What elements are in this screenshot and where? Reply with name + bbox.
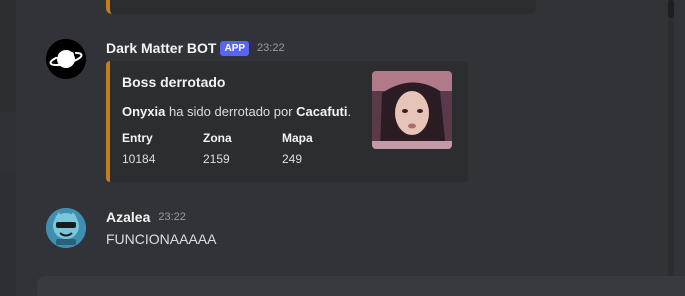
previous-embed <box>106 0 536 14</box>
embed-field-mapa: Mapa 249 <box>282 131 313 166</box>
scrollbar-track[interactable] <box>668 0 674 296</box>
boss-name: Onyxia <box>122 104 166 119</box>
field-name: Mapa <box>282 131 313 145</box>
description-middle: ha sido derrotado por <box>165 104 297 119</box>
message-input[interactable] <box>37 276 685 296</box>
bot-avatar[interactable] <box>46 39 86 79</box>
bot-username[interactable]: Dark Matter BOT <box>106 40 216 56</box>
left-panel-edge <box>0 0 16 296</box>
user-avatar[interactable] <box>46 208 86 248</box>
embed-thumbnail[interactable] <box>372 71 452 149</box>
cartoon-character-avatar <box>46 208 86 248</box>
left-panel-segment <box>0 112 16 172</box>
message-timestamp[interactable]: 23:22 <box>257 42 285 54</box>
embed-description: Onyxia ha sido derrotado por Cacafuti. <box>122 104 351 119</box>
embed-field-entry: Entry 10184 <box>122 131 155 166</box>
description-end: . <box>347 104 352 119</box>
bot-message-header: Dark Matter BOT APP 23:22 <box>106 40 285 56</box>
field-value: 249 <box>282 152 303 166</box>
embed-field-zona: Zona 2159 <box>203 131 232 166</box>
left-panel-segment <box>0 172 16 296</box>
scrollbar-thumb[interactable] <box>668 0 674 18</box>
user-message-header: Azalea 23:22 <box>106 209 186 225</box>
app-badge: APP <box>220 40 250 56</box>
message-timestamp[interactable]: 23:22 <box>158 211 186 223</box>
portrait-thumbnail <box>372 71 452 149</box>
field-name: Entry <box>122 131 153 145</box>
field-value: 2159 <box>203 152 230 166</box>
embed-title: Boss derrotado <box>122 74 226 90</box>
message-content: FUNCIONAAAAA <box>106 231 217 247</box>
boss-embed: Boss derrotado Onyxia ha sido derrotado … <box>106 61 468 182</box>
planet-ring-icon <box>46 39 86 79</box>
user-username[interactable]: Azalea <box>106 209 150 225</box>
field-name: Zona <box>203 131 232 145</box>
field-value: 10184 <box>122 152 156 166</box>
player-name: Cacafuti <box>296 104 348 119</box>
